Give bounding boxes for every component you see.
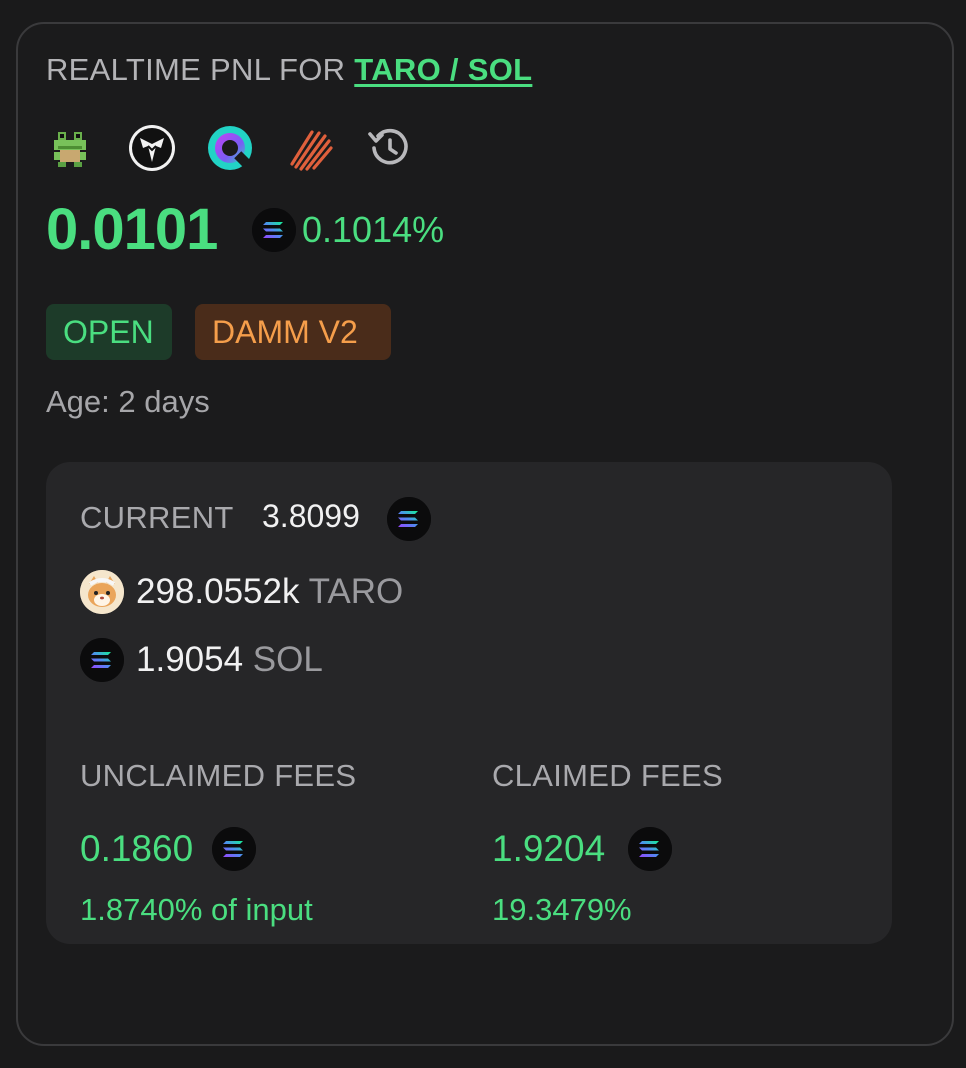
claimed-fees-value: 1.9204	[492, 828, 606, 869]
taro-token-icon	[80, 570, 124, 614]
token-b-amount-line: 1.9054 SOL	[136, 640, 323, 680]
sol-icon	[628, 827, 672, 871]
token-b-symbol: SOL	[252, 640, 323, 679]
frog-app-icon[interactable]	[46, 124, 94, 172]
sol-icon	[80, 638, 124, 682]
sol-icon	[252, 208, 296, 252]
current-value: 3.8099	[262, 498, 360, 534]
position-age: Age: 2 days	[46, 384, 210, 419]
sol-icon	[387, 497, 431, 541]
unclaimed-fees-label: UNCLAIMED FEES	[80, 758, 357, 793]
sol-icon	[212, 827, 256, 871]
current-label: CURRENT	[80, 500, 234, 535]
pnl-percent: 0.1014%	[302, 209, 445, 250]
pair-link[interactable]: TARO / SOL	[354, 52, 532, 87]
ring-app-icon[interactable]	[206, 124, 254, 172]
title-prefix: REALTIME PNL FOR	[46, 52, 346, 87]
striped-app-icon[interactable]	[286, 124, 334, 172]
history-icon[interactable]	[366, 124, 414, 172]
eagle-app-icon[interactable]	[128, 124, 176, 172]
status-badge: OPEN	[46, 304, 172, 360]
token-b-amount: 1.9054	[136, 640, 244, 679]
unclaimed-fees-value: 0.1860	[80, 828, 194, 869]
pnl-title: REALTIME PNL FOR TARO / SOL	[46, 52, 532, 88]
claimed-fees-label: CLAIMED FEES	[492, 758, 723, 793]
pool-type-badge: DAMM V2	[195, 304, 391, 360]
claimed-fees-percent: 19.3479%	[492, 892, 632, 927]
token-a-symbol: TARO	[308, 572, 404, 611]
pnl-value: 0.0101	[46, 197, 218, 262]
token-a-amount-line: 298.0552k TARO	[136, 572, 403, 612]
token-a-amount: 298.0552k	[136, 572, 300, 611]
unclaimed-fees-percent: 1.8740% of input	[80, 892, 313, 927]
position-details-panel: CURRENT 3.8099 298.0552k TARO 1.9054 SOL…	[46, 462, 892, 944]
